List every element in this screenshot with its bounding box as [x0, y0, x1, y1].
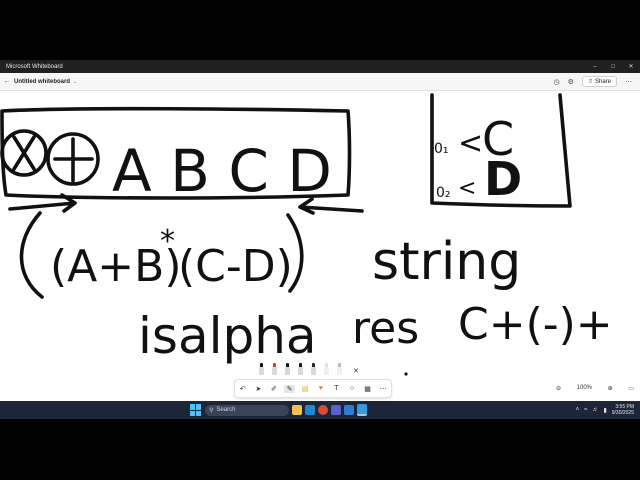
window-controls: – □ ✕	[586, 60, 640, 73]
letterbox-top	[0, 0, 640, 60]
red-pen-icon[interactable]	[269, 363, 280, 375]
zoom-controls: ⊖ 100% ⊕ ▭	[556, 381, 634, 395]
ink-layer: A B C D (A+B) * (C-D) string isalpha res…	[0, 93, 613, 376]
ink-expr-b: (C-D)	[178, 241, 293, 292]
text-icon[interactable]: T	[331, 385, 342, 392]
app-bar: ← Untitled whiteboard ⌄ ◷ ⚙ ⇧ Share ⋯	[0, 73, 640, 91]
share-icon: ⇧	[587, 79, 593, 85]
zoom-out-icon[interactable]: ⊖	[556, 385, 561, 392]
system-tray: ˄ ≈ ♬ ▮ 3:55 PM 9/30/2025	[576, 401, 634, 419]
battery-icon[interactable]: ▮	[603, 407, 606, 414]
yellow-highlighter-icon[interactable]	[308, 363, 319, 375]
templates-icon[interactable]: ▦	[362, 385, 373, 393]
zoom-level[interactable]: 100%	[577, 385, 592, 391]
taskbar-center: ⚲ Search	[190, 401, 367, 419]
select-icon[interactable]: ➤	[253, 385, 264, 393]
ink-letters: A B C D	[112, 137, 332, 205]
more-options-icon[interactable]: ⋯	[625, 78, 632, 86]
ink-box-sub1: 0₁	[434, 141, 449, 157]
ink-box-arrow2: <	[458, 176, 476, 201]
eraser-icon[interactable]	[321, 363, 332, 375]
file-explorer-icon[interactable]	[292, 405, 302, 415]
chevron-down-icon[interactable]: ⌄	[73, 79, 77, 85]
search-icon: ⚲	[209, 407, 214, 414]
sticky-note-icon[interactable]: ▤	[300, 385, 311, 393]
ink-box-d: D	[484, 152, 522, 206]
close-tray-icon[interactable]: ✕	[353, 367, 359, 375]
ink-paren-outer-left	[19, 211, 44, 299]
ink-box-arrow1: <	[458, 126, 483, 161]
ink-star: *	[160, 224, 175, 259]
ink-dot	[404, 372, 408, 376]
bottom-toolbar: ↶ ➤ ✐ ✎ ▤ ♥ T ○ ▦ ⋯	[234, 379, 392, 398]
window-titlebar: Microsoft Whiteboard – □ ✕	[0, 60, 640, 73]
taskbar-search[interactable]: ⚲ Search	[205, 404, 289, 416]
clock[interactable]: 3:55 PM 9/30/2025	[612, 404, 634, 416]
ink-box-sub2: 0₂	[436, 185, 451, 201]
shapes-icon[interactable]: ○	[346, 385, 357, 392]
lasso-icon[interactable]	[334, 363, 345, 375]
search-placeholder: Search	[216, 407, 236, 413]
more-icon[interactable]: ⋯	[378, 385, 389, 393]
timer-icon[interactable]: ◷	[554, 78, 560, 86]
volume-icon[interactable]: ♬	[592, 407, 598, 413]
settings-icon[interactable]: ⚙	[568, 78, 574, 86]
windows-taskbar: ⚲ Search ˄ ≈ ♬ ▮ 3:55 PM 9/30/2025	[0, 401, 640, 419]
clock-date: 9/30/2025	[611, 410, 634, 416]
share-button[interactable]: ⇧ Share	[581, 76, 617, 87]
store-icon[interactable]	[344, 405, 354, 415]
minimize-icon[interactable]: –	[586, 60, 604, 73]
ink-word-isalpha: isalpha	[138, 307, 317, 365]
whiteboard-canvas[interactable]: A B C D (A+B) * (C-D) string isalpha res…	[0, 91, 640, 401]
start-icon[interactable]	[190, 404, 202, 416]
maximize-icon[interactable]: □	[604, 60, 622, 73]
pen-tray: ✕	[252, 361, 394, 375]
ink-x-1	[12, 135, 36, 171]
close-icon[interactable]: ✕	[622, 60, 640, 73]
reactions-icon[interactable]: ♥	[315, 385, 326, 392]
window-title: Microsoft Whiteboard	[6, 63, 63, 70]
ink-word-res: res	[352, 303, 419, 354]
black-pen-2-icon[interactable]	[295, 363, 306, 375]
blue-pen-icon[interactable]	[282, 363, 293, 375]
edge-icon[interactable]	[305, 405, 315, 415]
pen-icon[interactable]: ✎	[284, 384, 296, 393]
black-pen-icon[interactable]	[256, 363, 267, 375]
whiteboard-app-icon[interactable]	[357, 404, 367, 416]
fit-screen-icon[interactable]: ▭	[628, 385, 634, 392]
share-label: Share	[594, 78, 611, 85]
ink-tools-icon[interactable]: ✐	[268, 385, 279, 393]
wifi-icon[interactable]: ≈	[584, 407, 587, 413]
undo-icon[interactable]: ↶	[237, 385, 248, 393]
chrome-icon[interactable]	[318, 405, 328, 415]
teams-icon[interactable]	[331, 405, 341, 415]
ink-plus-2	[53, 137, 94, 183]
chevron-up-icon[interactable]: ˄	[576, 407, 580, 413]
app-bar-actions: ◷ ⚙ ⇧ Share ⋯	[554, 76, 640, 87]
ink-word-string: string	[372, 232, 521, 292]
letterbox-bottom	[0, 419, 640, 480]
ink-expr-c: C+(-)+	[458, 299, 613, 350]
back-arrow-icon[interactable]: ←	[0, 78, 14, 85]
zoom-in-icon[interactable]: ⊕	[608, 385, 613, 392]
whiteboard-name[interactable]: Untitled whiteboard	[14, 79, 70, 85]
